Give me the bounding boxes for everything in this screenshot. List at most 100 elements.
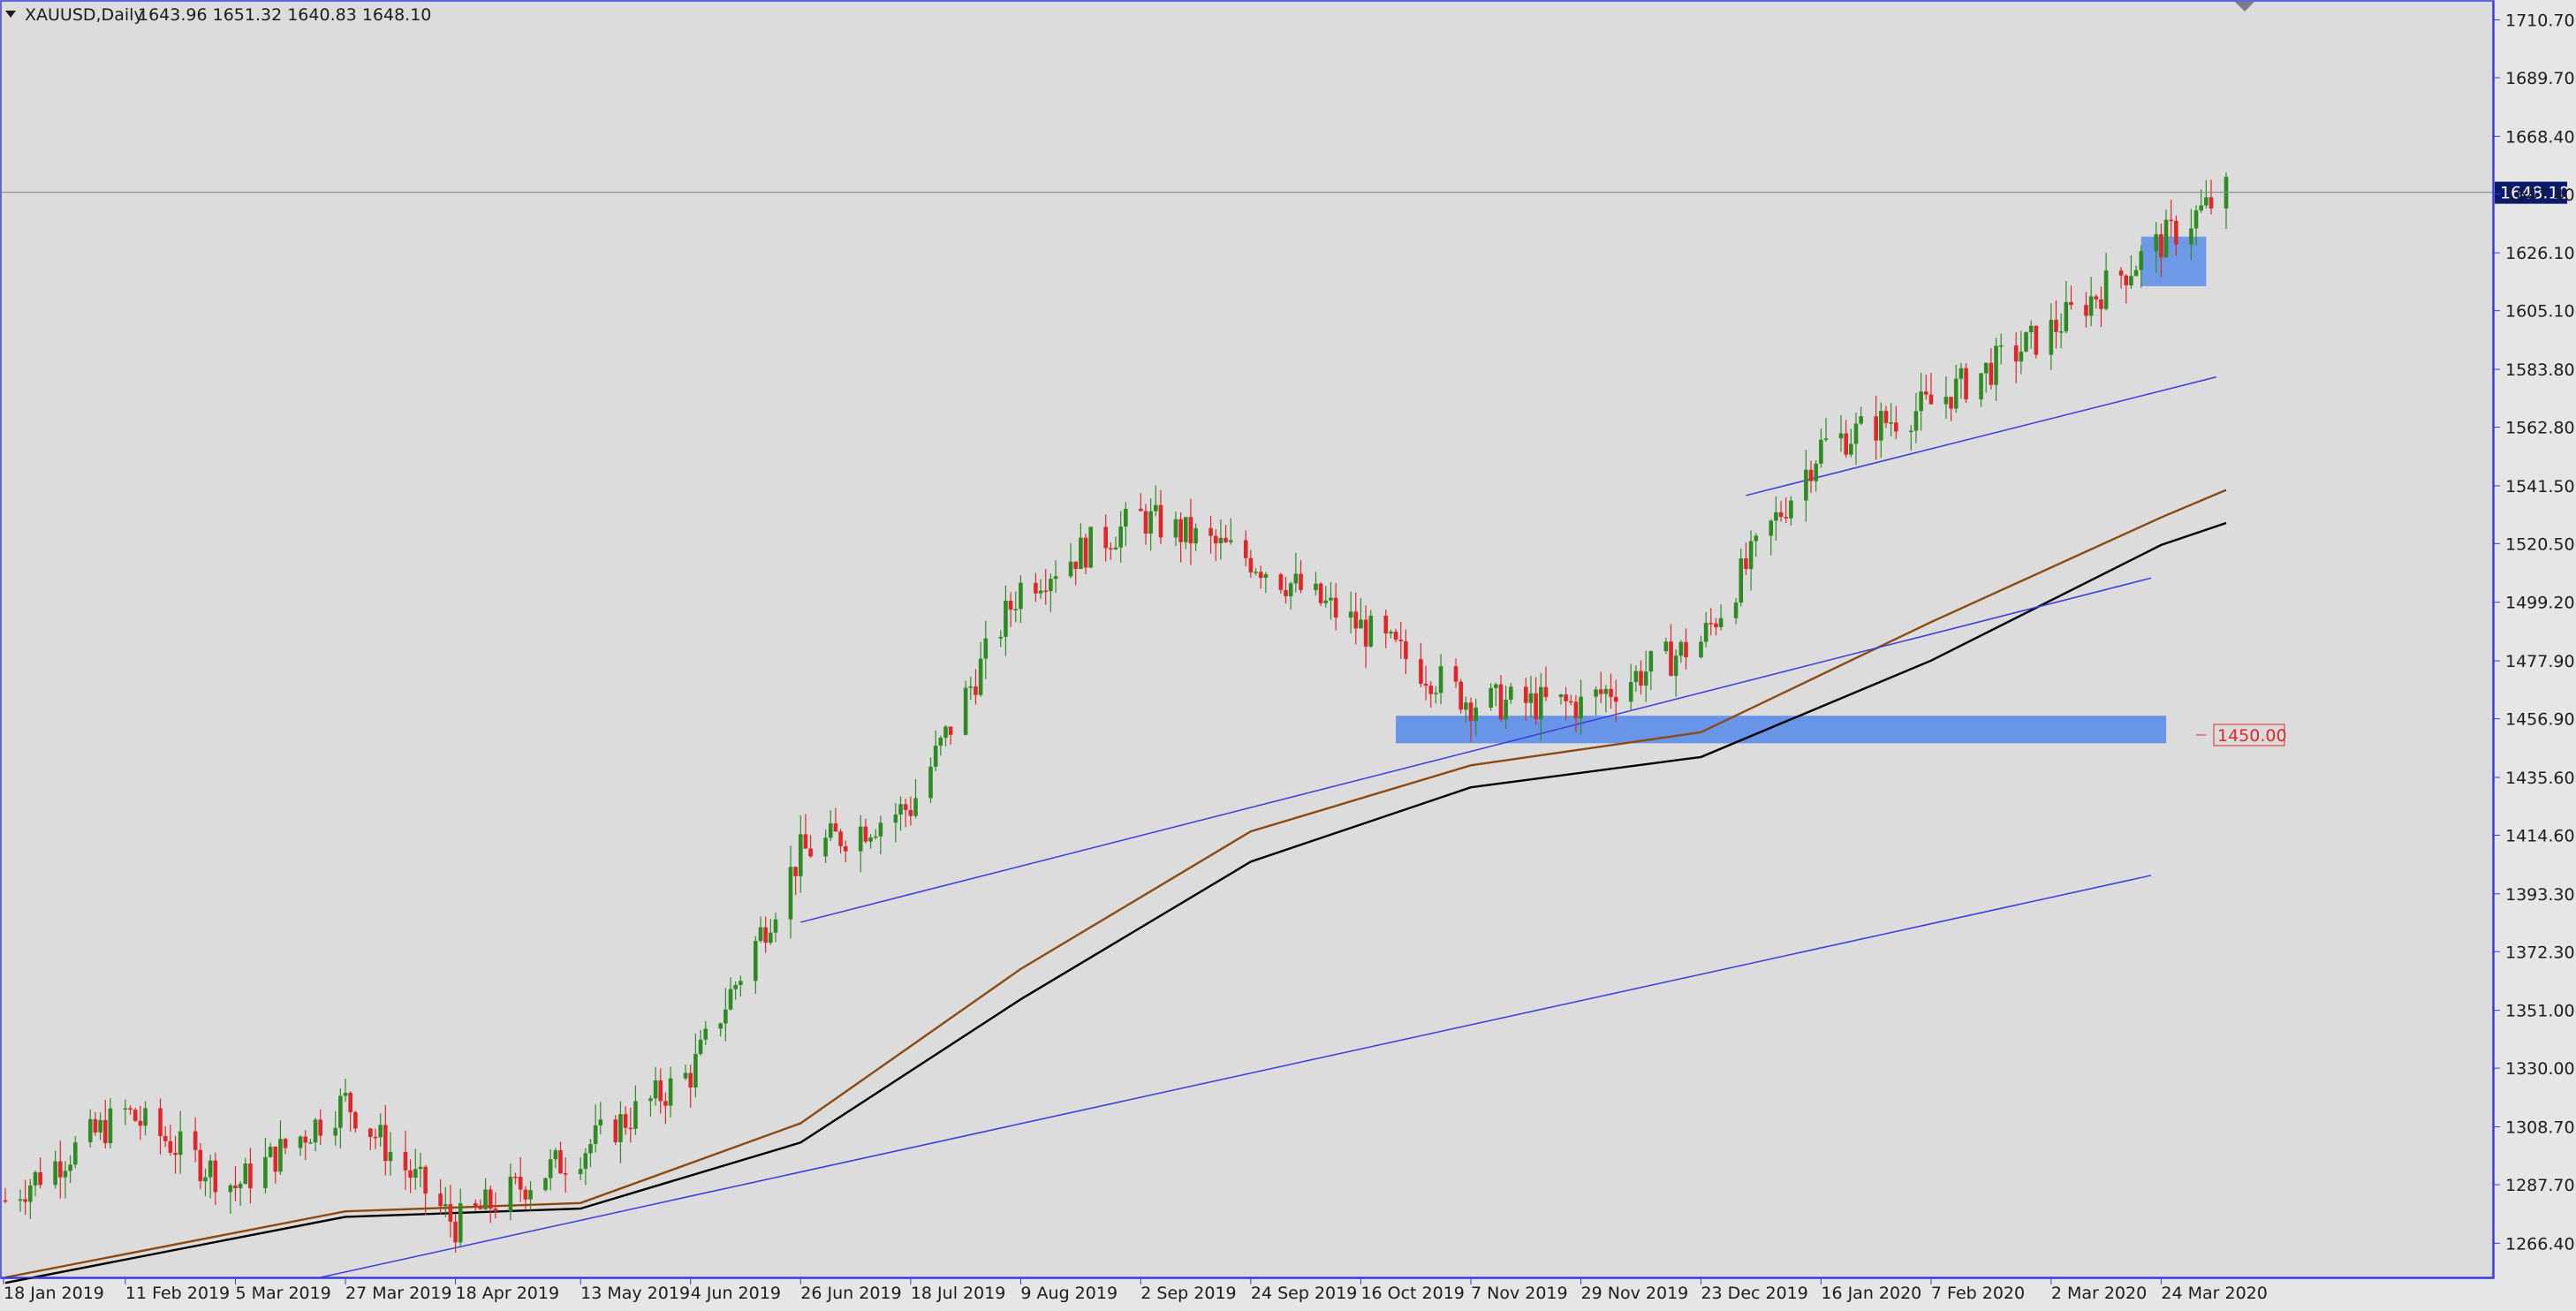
bull-candle — [263, 1156, 268, 1189]
bull-candle — [933, 746, 938, 767]
bull-candle — [1148, 511, 1153, 534]
bull-candle — [798, 834, 803, 876]
bull-candle — [1703, 623, 1708, 642]
bull-candle — [913, 798, 918, 816]
bear-candle — [38, 1171, 42, 1186]
bear-candle — [793, 867, 798, 876]
bear-candle — [1949, 397, 1953, 409]
bull-candle — [443, 1204, 448, 1207]
bull-candle — [578, 1169, 583, 1174]
bull-candle — [588, 1144, 593, 1154]
bear-candle — [2069, 301, 2073, 306]
x-tick-label: 26 Jun 2019 — [800, 1284, 901, 1303]
bull-candle — [698, 1039, 703, 1054]
bear-candle — [1278, 574, 1284, 590]
bull-candle — [978, 658, 983, 695]
bear-candle — [2034, 325, 2039, 355]
bull-candle — [1359, 619, 1363, 629]
bear-candle — [1208, 527, 1213, 536]
price-chart[interactable]: 1450.00 1648.10 1266.40 1287.70 1308.70 133… — [0, 0, 2576, 1307]
bull-candle — [1739, 558, 1744, 603]
bear-candle — [1893, 422, 1898, 432]
bull-candle — [1019, 582, 1023, 610]
bear-candle — [1393, 632, 1398, 640]
bear-candle — [1639, 671, 1643, 686]
chart-canvas[interactable]: 1450.00 1648.10 1266.401287.701308.70133… — [0, 0, 2576, 1307]
bull-candle — [2019, 352, 2024, 362]
bull-candle — [1648, 651, 1654, 672]
bear-candle — [1598, 689, 1603, 694]
bear-candle — [1708, 623, 1714, 625]
y-tick-label: 1668.40 — [2505, 127, 2575, 147]
bull-candle — [2129, 276, 2133, 285]
bear-candle — [563, 1173, 568, 1175]
bull-candle — [483, 1189, 488, 1209]
bull-candle — [983, 638, 989, 659]
bear-candle — [1573, 701, 1579, 719]
bull-candle — [788, 867, 793, 920]
bear-candle — [1784, 517, 1789, 519]
bull-candle — [1823, 438, 1829, 440]
bear-candle — [438, 1194, 443, 1207]
bull-candle — [1628, 682, 1633, 702]
y-tick-label: 1520.50 — [2505, 534, 2575, 554]
bear-candle — [1178, 519, 1183, 542]
bear-candle — [1109, 548, 1113, 549]
bull-candle — [878, 822, 883, 837]
bull-candle — [593, 1125, 598, 1145]
bull-candle — [1368, 615, 1374, 647]
bear-candle — [2174, 220, 2178, 245]
bull-candle — [1049, 579, 1053, 592]
bull-candle — [1579, 696, 1583, 719]
bull-candle — [1879, 411, 1883, 441]
bear-candle — [1103, 527, 1108, 549]
bear-candle — [2159, 234, 2163, 258]
bear-candle — [1428, 686, 1434, 694]
bull-candle — [1013, 609, 1019, 610]
bull-candle — [1504, 700, 1508, 720]
bear-candle — [1083, 537, 1088, 568]
x-tick-label: 24 Sep 2019 — [1251, 1284, 1357, 1303]
x-tick-label: 2 Mar 2020 — [2051, 1284, 2147, 1303]
y-tick-label: 1626.10 — [2505, 244, 2575, 263]
bear-candle — [1523, 686, 1528, 703]
bull-candle — [1643, 671, 1648, 686]
x-tick-label: 9 Aug 2019 — [1020, 1284, 1118, 1303]
bull-candle — [1228, 540, 1233, 542]
bull-candle — [1434, 693, 1438, 694]
bull-candle — [343, 1093, 348, 1096]
bull-candle — [873, 836, 878, 838]
bull-candle — [1348, 611, 1353, 618]
bull-candle — [1804, 469, 1808, 501]
bear-candle — [663, 1101, 668, 1106]
bull-candle — [1288, 583, 1293, 596]
bear-candle — [2013, 345, 2019, 362]
bear-candle — [198, 1149, 203, 1182]
bull-candle — [1673, 656, 1678, 677]
bear-candle — [1928, 394, 1934, 405]
bear-candle — [213, 1160, 218, 1193]
bull-candle — [1494, 684, 1498, 688]
bull-candle — [1293, 573, 1299, 584]
bull-candle — [2199, 205, 2203, 211]
bull-candle — [1489, 687, 1493, 708]
bull-candle — [598, 1119, 603, 1125]
bear-candle — [1333, 597, 1338, 618]
bear-candle — [1468, 702, 1474, 722]
bear-candle — [558, 1149, 563, 1174]
bear-candle — [2094, 296, 2099, 299]
bear-candle — [2084, 305, 2088, 316]
bull-candle — [1068, 561, 1073, 577]
bull-candle — [724, 1009, 728, 1024]
bull-candle — [413, 1169, 418, 1178]
bull-candle — [1038, 590, 1043, 594]
bull-candle — [1004, 600, 1008, 637]
bear-candle — [974, 686, 978, 695]
bull-candle — [1079, 537, 1083, 569]
bear-candle — [453, 1221, 458, 1243]
bull-candle — [2028, 325, 2034, 333]
bear-candle — [488, 1189, 493, 1209]
bull-candle — [228, 1185, 233, 1193]
bull-candle — [2024, 332, 2028, 352]
bull-candle — [1859, 416, 1863, 424]
